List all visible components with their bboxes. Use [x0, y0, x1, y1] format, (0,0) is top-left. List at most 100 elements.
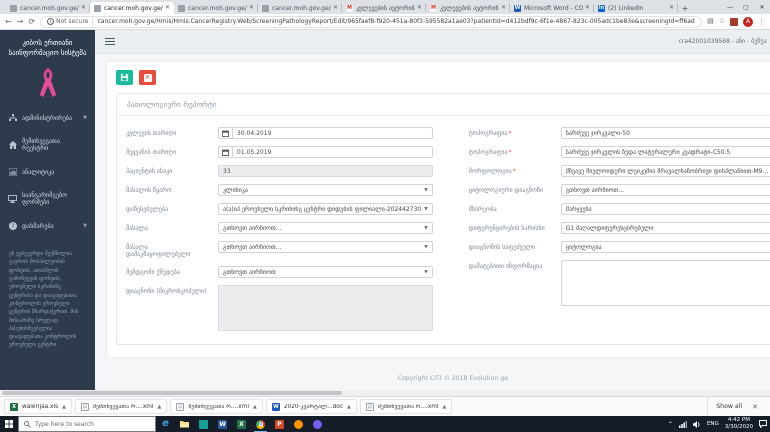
chevron-up-icon[interactable]: ▲: [62, 404, 66, 410]
cytology-diagnosis-select[interactable]: გთხოვთ აირჩიოთ...▼: [560, 184, 770, 196]
tab-gmail-1[interactable]: M კვლევების ავტორიზები ✕: [342, 2, 426, 14]
required-asterisk: *: [508, 148, 512, 156]
tab-close-icon[interactable]: ✕: [501, 5, 506, 11]
reload-icon[interactable]: ⟳: [28, 17, 35, 26]
tab-cancer-2-active[interactable]: cancer.moh.gov.ge/Hmis/~ ✕: [90, 2, 174, 14]
field-microscopic-diagnosis: დიაგნოზი (მიკროსკოპული): [126, 285, 433, 332]
chevron-up-icon[interactable]: ▲: [158, 404, 162, 410]
forward-icon[interactable]: →: [17, 17, 24, 26]
tab-close-icon[interactable]: ✕: [81, 5, 86, 11]
minimize-button[interactable]: —: [722, 0, 738, 14]
tab-close-icon[interactable]: ✕: [417, 5, 422, 11]
word-file-icon: W: [271, 402, 280, 411]
sidebar-item-help[interactable]: ? დახმარება ▼: [0, 214, 95, 238]
sidebar-item-case-registry[interactable]: შემთხვევათა რეესტრი: [0, 130, 95, 160]
tab-linkedin[interactable]: in (2) LinkedIn ✕: [594, 2, 678, 14]
maximize-button[interactable]: ▢: [738, 0, 754, 14]
laterality-select[interactable]: მარჯვენა▼: [560, 203, 770, 215]
tab-close-icon[interactable]: ✕: [669, 5, 674, 11]
material-source-select[interactable]: კლინიკა ▼: [218, 184, 433, 196]
edge-icon[interactable]: e: [156, 416, 175, 432]
powerpoint-icon[interactable]: P: [270, 416, 289, 432]
sidebar-item-analytics[interactable]: ანალიტიკა: [0, 160, 95, 184]
desktop-icon: [8, 195, 17, 203]
download-filename: შემთხვევათა რ....xml: [188, 403, 249, 410]
chrome-icon[interactable]: [251, 416, 270, 432]
save-page-icon[interactable]: ▤: [707, 18, 714, 25]
viber-icon[interactable]: [308, 416, 327, 432]
downloads-close-icon[interactable]: ✕: [752, 403, 758, 411]
exam-date-input[interactable]: 30.04.2019: [232, 127, 433, 139]
field-cytology-diagnosis: ციტოლოგიური დიაგნოზი გთხოვთ აირჩიოთ...▼: [469, 184, 770, 196]
institution-select[interactable]: ა(ა)იპ ეროვნული სკრინინგ ცენტრი დიდუბის …: [218, 203, 433, 215]
volume-icon[interactable]: [692, 420, 701, 428]
sidebar-item-administration[interactable]: ადმინისტრირება ▼: [0, 106, 95, 130]
search-placeholder: Type here to search: [35, 420, 94, 428]
calendar-icon[interactable]: [218, 127, 232, 139]
download-item-doc[interactable]: W 2020-კვარტალ...doc ▲: [265, 399, 357, 414]
action-center-icon[interactable]: [759, 420, 767, 428]
tab-cancer-1[interactable]: cancer.moh.gov.ge/Hmis/~ ✕: [6, 2, 90, 14]
hamburger-menu-icon[interactable]: [105, 37, 115, 46]
tab-cancer-4[interactable]: cancer.moh.gov.ge/Hmis/~ ✕: [258, 2, 342, 14]
tab-close-icon[interactable]: ✕: [249, 5, 254, 11]
download-item-xls[interactable]: X walerijaa.xls ▲: [4, 399, 72, 414]
taskbar-search-input[interactable]: Type here to search: [18, 416, 156, 432]
material-select[interactable]: გთხოვთ აირჩიოთ... ▼: [218, 222, 433, 234]
firefox-icon[interactable]: [289, 416, 308, 432]
calendar-icon[interactable]: [218, 146, 232, 158]
tab-gmail-2[interactable]: M კვლევების ავტორიზები ✕: [426, 2, 510, 14]
additional-info-textarea[interactable]: [560, 260, 770, 306]
save-button[interactable]: [116, 70, 133, 85]
topography-select-1[interactable]: სარძევე ჯირკვალი-50▼: [560, 127, 770, 139]
file-icon: ▤: [80, 402, 89, 411]
field-label: დიაგნოზის საფუძველი: [468, 243, 536, 251]
profile-avatar[interactable]: A: [743, 16, 753, 27]
field-label: მასალა დამაკმაყოფილებელი: [126, 243, 191, 259]
excel-icon[interactable]: X: [232, 416, 251, 432]
back-icon[interactable]: ←: [5, 17, 12, 26]
show-all-button[interactable]: Show all: [716, 403, 742, 410]
network-icon[interactable]: [678, 420, 687, 428]
tab-close-icon[interactable]: ✕: [585, 5, 590, 11]
cancel-button[interactable]: ✕: [139, 70, 156, 85]
window-close-button[interactable]: ✕: [754, 0, 770, 14]
app-header: cra42001039568 - ანი - ბუჩუა: [95, 30, 770, 54]
word-icon[interactable]: W: [213, 416, 232, 432]
material-satisfactory-select[interactable]: გთხოვთ აირჩიოთ... ▼: [218, 241, 433, 253]
download-item-xml-3[interactable]: ▤ შემთხვევათა რ....xml ▲: [359, 399, 453, 414]
start-button[interactable]: [0, 416, 18, 432]
new-tab-button[interactable]: +: [678, 4, 692, 13]
extension-icon[interactable]: [730, 17, 738, 26]
scrollbar-thumb[interactable]: [2, 391, 342, 395]
tab-close-icon[interactable]: ✕: [165, 5, 170, 11]
excel-file-icon: X: [10, 402, 18, 411]
download-item-xml-2[interactable]: ▤ შემთხვევათა რ....xml ▲: [170, 399, 263, 414]
download-item-xml-1[interactable]: ▤ შემთხვევათა რ....xml ▲: [74, 399, 168, 414]
field-additional-info: დამატებითი ინფორმაცია: [469, 260, 770, 306]
file-explorer-icon[interactable]: [175, 416, 194, 432]
not-secure-badge[interactable]: i Not secure: [47, 18, 88, 25]
tab-title: კვლევების ავტორიზები: [356, 4, 415, 12]
language-indicator[interactable]: ENG: [707, 421, 719, 427]
tab-cancer-3[interactable]: cancer.moh.gov.ge/Hmis/~ ✕: [174, 2, 258, 14]
address-bar[interactable]: i Not secure cancer.moh.gov.ge/Hmis/Hmis…: [40, 15, 703, 28]
horizontal-scrollbar[interactable]: [0, 390, 770, 396]
chrome-menu-icon[interactable]: ⋮: [758, 18, 765, 26]
chevron-up-icon[interactable]: ▲: [347, 404, 351, 410]
morphology-select[interactable]: მწვავე მიელოიდური ლეიკემია მრავალხაზობრი…: [560, 165, 770, 177]
taskbar-clock[interactable]: 4:42 PM 3/30/2020: [725, 417, 753, 431]
bookmark-star-icon[interactable]: ☆: [719, 18, 725, 25]
store-icon[interactable]: [194, 416, 213, 432]
tab-word[interactable]: W Microsoft Word - COVID-1 ✕: [510, 2, 594, 14]
chevron-up-icon[interactable]: ▲: [442, 404, 446, 410]
topography-select-2[interactable]: სარძევე ჯირკვლის ზედა ლატერალური კვადრატ…: [560, 146, 770, 158]
next-action-select[interactable]: გთხოვთ აირჩიოთ ▼: [218, 266, 433, 279]
diagnosis-basis-select[interactable]: ციტოლოგია▼: [560, 241, 770, 253]
tab-close-icon[interactable]: ✕: [333, 5, 338, 11]
entry-date-input[interactable]: 01.05.2019: [232, 146, 433, 158]
chevron-up-icon[interactable]: ▲: [253, 404, 257, 410]
sidebar-item-report-forms[interactable]: საანგარიშგებო ფორმები: [0, 184, 95, 214]
tray-expand-chevron-icon[interactable]: ⌃: [668, 421, 673, 428]
differentiation-grade-select[interactable]: G1 მაღალდიფერენცირებული▼: [560, 222, 770, 234]
